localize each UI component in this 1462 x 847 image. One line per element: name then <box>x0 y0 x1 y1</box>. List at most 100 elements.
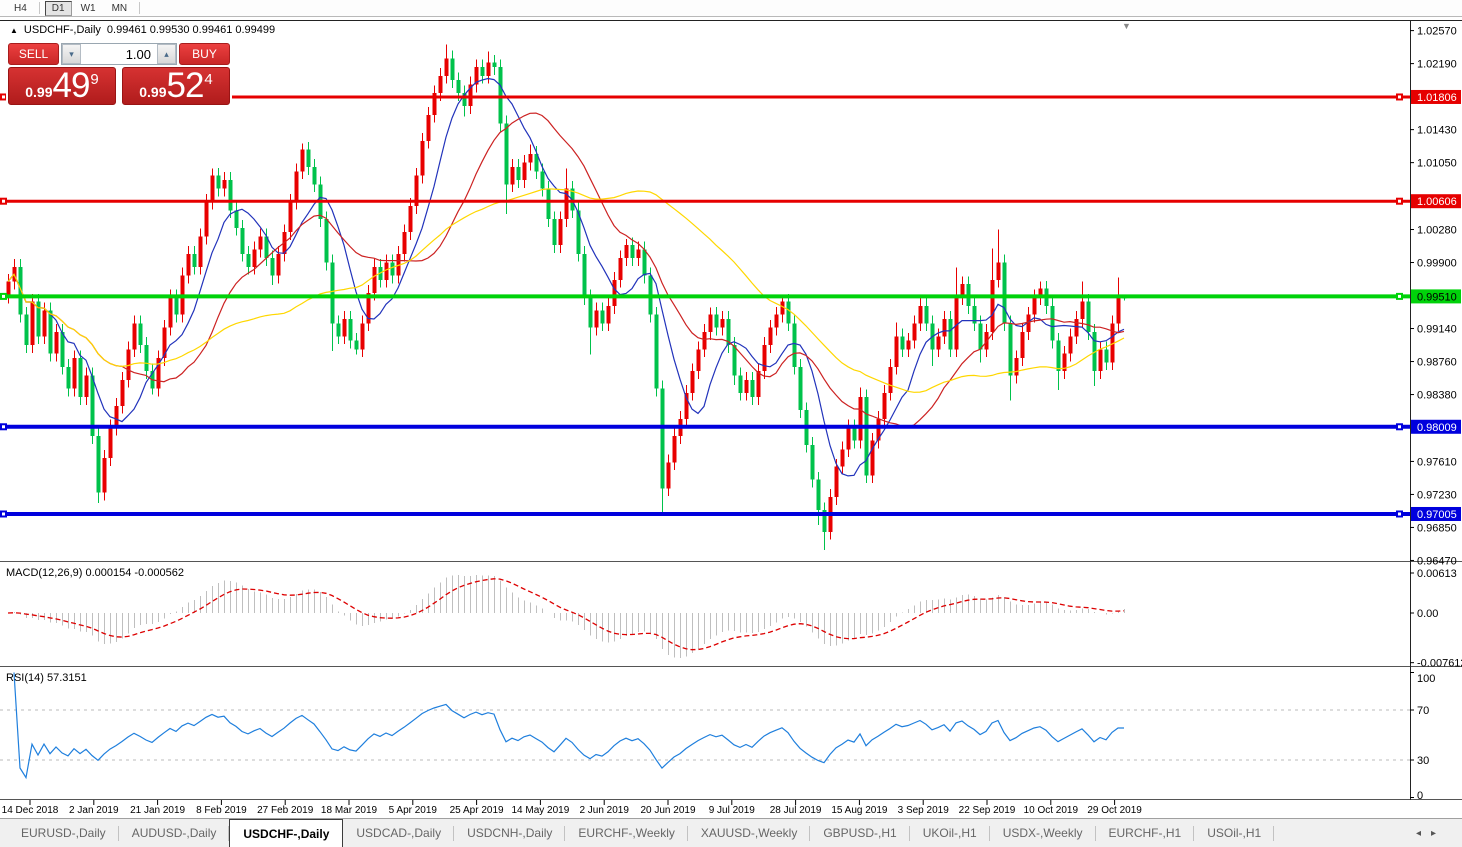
date-label: 22 Sep 2019 <box>959 805 1016 816</box>
date-label: 27 Feb 2019 <box>257 805 314 816</box>
buy-price-big: 52 <box>166 66 204 105</box>
price-tick-label: 1.02190 <box>1417 59 1457 71</box>
volume-stepper: ▾ 1.00 ▴ <box>61 43 177 65</box>
level-axis-badge: 0.98009 <box>1411 419 1461 434</box>
level-axis-badge: 1.00606 <box>1411 194 1461 209</box>
candle <box>1002 254 1007 332</box>
date-label: 5 Apr 2019 <box>389 805 438 816</box>
chart-tab-xauusd-weekly[interactable]: XAUUSD-,Weekly <box>688 819 811 847</box>
macd-tick-label: 0.00613 <box>1417 568 1457 580</box>
date-label: 25 Apr 2019 <box>450 805 504 816</box>
chart-tab-usdx-weekly[interactable]: USDX-,Weekly <box>990 819 1096 847</box>
toolbar-separator <box>139 2 141 14</box>
sell-price-pip: 9 <box>90 70 99 88</box>
chart-ohlc-values: 0.99461 0.99530 0.99461 0.99499 <box>106 24 276 36</box>
timeframe-button-h4[interactable]: H4 <box>7 1 34 16</box>
chart-tab-gbpusd-h1[interactable]: GBPUSD-,H1 <box>810 819 911 847</box>
chart-tab-eurchf-weekly[interactable]: EURCHF-,Weekly <box>565 819 689 847</box>
chart-tab-usdcnh-daily[interactable]: USDCNH-,Daily <box>454 819 566 847</box>
timeframe-button-mn[interactable]: MN <box>105 1 135 16</box>
price-tick-label: 0.99900 <box>1417 258 1457 270</box>
date-label: 8 Feb 2019 <box>196 805 247 816</box>
buy-price-base: 0.99 <box>139 84 167 100</box>
date-label: 15 Aug 2019 <box>831 805 888 816</box>
price-tick-label: 0.97610 <box>1417 456 1457 468</box>
price-chart-canvas[interactable]: 1.025701.021901.014301.010501.002800.999… <box>0 0 1462 847</box>
candle <box>48 302 53 362</box>
timeframe-toolbar: H4 D1 W1 MN <box>0 0 1462 17</box>
chart-tab-eurchf-h1[interactable]: EURCHF-,H1 <box>1096 819 1195 847</box>
price-tick-label: 1.00280 <box>1417 225 1457 237</box>
rsi-indicator-label: RSI(14) 57.3151 <box>6 672 87 684</box>
buy-button[interactable]: BUY <box>179 43 230 65</box>
candle <box>798 358 803 419</box>
date-label: 10 Oct 2019 <box>1024 805 1079 816</box>
date-label: 20 Jun 2019 <box>640 805 695 816</box>
price-tick-label: 0.96850 <box>1417 522 1457 534</box>
chart-title: ▲ USDCHF-,Daily 0.99461 0.99530 0.99461 … <box>10 24 275 36</box>
svg-text:1.01806: 1.01806 <box>1417 92 1457 104</box>
sell-price-box[interactable]: 0.99 49 9 <box>8 67 116 105</box>
svg-text:1.00606: 1.00606 <box>1417 196 1457 208</box>
chart-shift-marker-icon[interactable]: ▼ <box>1122 21 1131 31</box>
price-tick-label: 0.98380 <box>1417 390 1457 402</box>
candle <box>96 428 101 504</box>
timeframe-button-d1[interactable]: D1 <box>44 0 72 16</box>
macd-tick-label: 0.00 <box>1417 608 1438 620</box>
rsi-tick-label: 100 <box>1417 673 1435 685</box>
chart-tab-usoil-h1[interactable]: USOil-,H1 <box>1194 819 1275 847</box>
chart-symbol-label: USDCHF-,Daily <box>23 24 101 36</box>
application-window: 1.02570 1.02190 1.01430 1.01050 1.00280 0.999… <box>0 0 1462 847</box>
timeframe-button-w1[interactable]: W1 <box>74 1 103 16</box>
candle <box>654 306 659 397</box>
price-tick-label: 0.97230 <box>1417 489 1457 501</box>
macd-tick-label: -0.007612 <box>1417 658 1462 670</box>
macd-indicator-label: MACD(12,26,9) 0.000154 -0.000562 <box>6 567 184 579</box>
price-tick-label: 1.01050 <box>1417 158 1457 170</box>
sell-price-base: 0.99 <box>25 84 53 100</box>
date-label: 2 Jun 2019 <box>579 805 629 816</box>
date-label: 9 Jul 2019 <box>709 805 756 816</box>
svg-text:0.99510: 0.99510 <box>1417 291 1457 303</box>
date-label: 14 May 2019 <box>511 805 569 816</box>
level-axis-badge: 1.01806 <box>1411 89 1461 104</box>
rsi-tick-label: 30 <box>1417 755 1429 767</box>
candle <box>864 389 869 484</box>
date-label: 3 Sep 2019 <box>898 805 950 816</box>
tab-scroll-arrows: ◂ ▸ <box>1416 819 1462 847</box>
date-label: 14 Dec 2018 <box>2 805 59 816</box>
candle <box>78 350 83 405</box>
chart-tab-audusd-daily[interactable]: AUDUSD-,Daily <box>119 819 230 847</box>
chart-tab-bar: EURUSD-,Daily AUDUSD-,Daily USDCHF-,Daily U… <box>0 818 1462 847</box>
price-tick-label: 1.02570 <box>1417 26 1457 38</box>
volume-decrease-button[interactable]: ▾ <box>62 44 81 64</box>
chart-tab-eurusd-daily[interactable]: EURUSD-,Daily <box>8 819 119 847</box>
date-label: 28 Jul 2019 <box>770 805 822 816</box>
sell-button[interactable]: SELL <box>8 43 59 65</box>
date-label: 2 Jan 2019 <box>69 805 119 816</box>
price-tick-label: 0.96470 <box>1417 555 1457 567</box>
chart-tab-ukoil-h1[interactable]: UKOil-,H1 <box>910 819 990 847</box>
date-label: 29 Oct 2019 <box>1087 805 1142 816</box>
volume-value[interactable]: 1.00 <box>81 44 157 64</box>
chart-tab-usdchf-daily[interactable]: USDCHF-,Daily <box>229 819 344 847</box>
toolbar-separator <box>38 2 40 14</box>
collapse-panel-icon[interactable]: ▲ <box>10 26 18 35</box>
buy-price-box[interactable]: 0.99 52 4 <box>122 67 230 105</box>
price-tick-label: 1.01430 <box>1417 125 1457 137</box>
rsi-tick-label: 70 <box>1417 705 1429 717</box>
level-axis-badge: 0.97005 <box>1411 506 1461 521</box>
one-click-trading-widget: SELL ▾ 1.00 ▴ BUY 0.99 49 9 0.99 52 4 <box>6 41 232 107</box>
level-axis-badge: 0.99510 <box>1411 289 1461 304</box>
candle <box>792 315 797 375</box>
volume-increase-button[interactable]: ▴ <box>157 44 176 64</box>
tab-scroll-left-icon[interactable]: ◂ <box>1416 828 1421 839</box>
date-label: 18 Mar 2019 <box>321 805 378 816</box>
price-tick-label: 0.99140 <box>1417 324 1457 336</box>
date-label: 21 Jan 2019 <box>130 805 185 816</box>
svg-text:0.97005: 0.97005 <box>1417 509 1457 521</box>
rsi-tick-label: 0 <box>1417 790 1423 802</box>
tab-scroll-right-icon[interactable]: ▸ <box>1431 828 1436 839</box>
candle <box>498 59 503 132</box>
chart-tab-usdcad-daily[interactable]: USDCAD-,Daily <box>343 819 454 847</box>
